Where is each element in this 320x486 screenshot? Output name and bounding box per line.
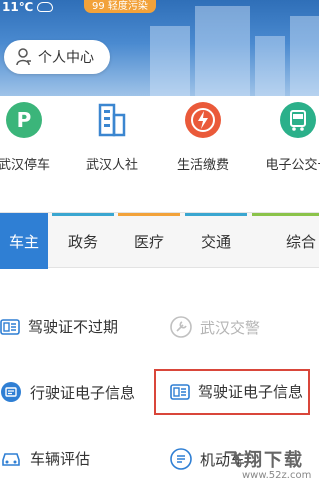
service-label: 武汉人社 xyxy=(85,158,138,173)
tab-label: 医疗 xyxy=(133,232,164,251)
vehicle-license-icon xyxy=(1,382,21,402)
weather-widget: 11℃ xyxy=(2,0,54,14)
header-banner: 11℃ 99 轻度污染 个人中心 xyxy=(0,0,319,96)
user-icon xyxy=(16,48,31,66)
tab-car-owner[interactable]: 车主 xyxy=(0,213,48,269)
function-label: 车辆评估 xyxy=(30,450,91,468)
lightning-icon xyxy=(183,100,223,140)
service-e-bus-card[interactable]: 电子公交卡 xyxy=(258,100,320,173)
tab-label: 车主 xyxy=(8,232,39,251)
service-wuhan-social-security[interactable]: 武汉人社 xyxy=(72,100,152,173)
parking-icon: P xyxy=(4,100,44,140)
bus-card-icon xyxy=(278,100,318,140)
license-card-icon xyxy=(0,318,20,335)
tab-label: 政务 xyxy=(67,232,98,251)
temperature-text: 11℃ xyxy=(2,0,34,14)
function-label: 行驶证电子信息 xyxy=(30,383,136,402)
car-icon xyxy=(2,452,20,466)
service-utility-payment[interactable]: 生活缴费 xyxy=(163,100,243,173)
tab-traffic[interactable]: 交通 xyxy=(185,213,247,269)
function-label: 武汉交警 xyxy=(200,318,261,337)
cloud-icon xyxy=(37,2,54,12)
tab-label: 交通 xyxy=(200,232,231,251)
highlight-box xyxy=(154,369,310,415)
building-icon xyxy=(92,100,132,140)
police-wrench-icon xyxy=(170,316,192,338)
personal-center-label: 个人中心 xyxy=(38,50,94,66)
watermark: 飞翔下载 www.52z.com xyxy=(224,446,316,481)
air-quality-badge: 99 轻度污染 xyxy=(84,0,156,13)
service-label: 武汉停车 xyxy=(0,158,50,173)
service-label: 生活缴费 xyxy=(176,158,229,173)
service-label: 电子公交卡 xyxy=(265,158,320,173)
vehicle-service-icon xyxy=(170,448,192,470)
category-tab-bar: 车主 政务 医疗 交通 综合 xyxy=(0,212,319,269)
quick-services: P 武汉停车 武汉人社 生活缴费 电子公交 xyxy=(0,100,320,190)
function-license-no-expire[interactable]: 驾驶证不过期 xyxy=(0,316,118,337)
watermark-text: 飞翔下载 xyxy=(224,450,304,471)
tab-medical[interactable]: 医疗 xyxy=(118,213,180,269)
function-label: 驾驶证不过期 xyxy=(28,318,119,336)
function-vehicle-evaluation[interactable]: 车辆评估 xyxy=(0,448,90,469)
service-wuhan-parking[interactable]: P 武汉停车 xyxy=(0,100,64,173)
tab-government[interactable]: 政务 xyxy=(52,213,114,269)
tab-general[interactable]: 综合 xyxy=(252,213,319,269)
function-vehicle-license-e-info[interactable]: 行驶证电子信息 xyxy=(0,381,135,403)
function-wuhan-traffic-police[interactable]: 武汉交警 xyxy=(170,316,260,338)
personal-center-button[interactable]: 个人中心 xyxy=(4,40,110,74)
tab-label: 综合 xyxy=(286,232,317,251)
